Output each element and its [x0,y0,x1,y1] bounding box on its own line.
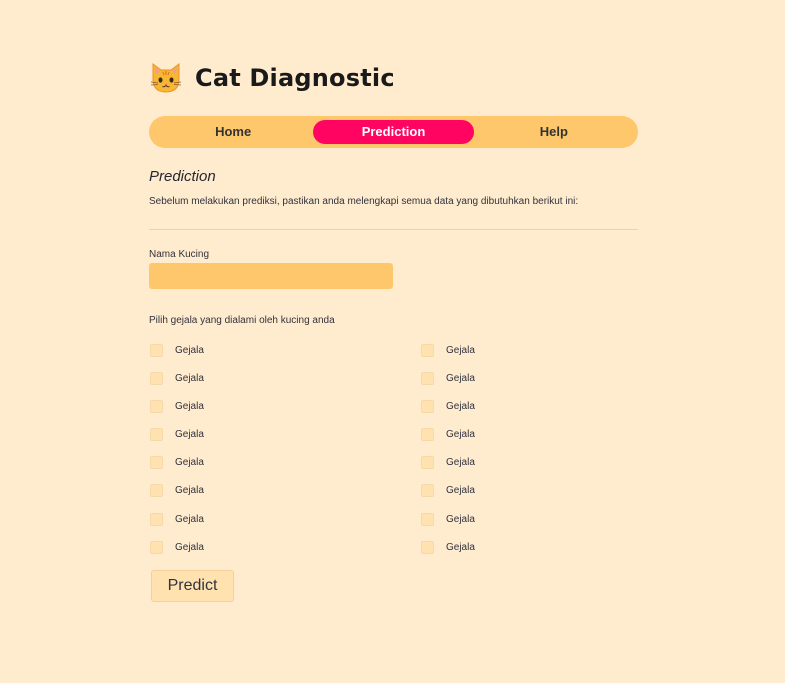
symptom-label-left-2: Gejala [175,372,204,384]
checkbox-icon[interactable] [421,428,434,442]
symptom-checkbox-left-2[interactable]: Gejala [149,370,420,386]
cat-face-icon [149,61,183,95]
symptom-checkbox-right-2[interactable]: Gejala [420,370,638,386]
symptom-checkbox-right-4[interactable]: Gejala [420,427,638,443]
symptom-checkbox-right-8[interactable]: Gejala [420,539,638,555]
symptom-checkbox-left-3[interactable]: Gejala [149,398,420,414]
symptom-label-right-4: Gejala [446,429,475,441]
checkbox-icon[interactable] [150,399,163,413]
symptom-checkbox-left-1[interactable]: Gejala [149,342,420,358]
symptom-label-left-5: Gejala [175,457,204,469]
predict-button[interactable]: Predict [151,569,234,602]
symptom-checkbox-left-6[interactable]: Gejala [149,483,420,499]
checkbox-icon[interactable] [150,343,163,357]
main-container: Cat Diagnostic Home Prediction Help Pred… [149,58,638,602]
symptom-label-right-6: Gejala [446,485,475,497]
symptom-label-right-8: Gejala [446,541,475,553]
symptom-checkbox-right-7[interactable]: Gejala [420,511,638,527]
symptom-checkbox-left-4[interactable]: Gejala [149,427,420,443]
section-description: Sebelum melakukan prediksi, pastikan and… [149,196,579,207]
checkbox-icon[interactable] [421,343,434,357]
symptom-label-right-1: Gejala [446,344,475,356]
title-row: Cat Diagnostic [149,58,638,98]
symptom-label-left-7: Gejala [175,513,204,525]
nav-bar: Home Prediction Help [149,116,638,148]
checkbox-icon[interactable] [421,456,434,470]
checkbox-icon[interactable] [150,456,163,470]
symptom-label-left-8: Gejala [175,541,204,553]
symptom-label-right-3: Gejala [446,400,475,412]
symptom-checkbox-right-6[interactable]: Gejala [420,483,638,499]
symptom-checkbox-left-5[interactable]: Gejala [149,455,420,471]
checkbox-icon[interactable] [421,399,434,413]
symptom-checkbox-right-3[interactable]: Gejala [420,398,638,414]
checkbox-icon[interactable] [421,512,434,526]
checkbox-icon[interactable] [150,484,163,498]
symptom-checkbox-right-1[interactable]: Gejala [420,342,638,358]
nav-tab-home[interactable]: Home [153,120,313,144]
checkbox-icon[interactable] [421,371,434,385]
checkbox-icon[interactable] [421,484,434,498]
checkbox-icon[interactable] [150,428,163,442]
divider [149,229,638,230]
checkbox-icon[interactable] [421,540,434,554]
cat-name-label: Nama Kucing [149,249,210,260]
symptom-label-left-4: Gejala [175,429,204,441]
symptom-label-right-2: Gejala [446,372,475,384]
symptom-label: Pilih gejala yang dialami oleh kucing an… [149,315,335,326]
symptom-label-right-7: Gejala [446,513,475,525]
cat-name-input[interactable] [149,263,393,289]
checkbox-icon[interactable] [150,512,163,526]
symptom-label-left-3: Gejala [175,400,204,412]
nav-tab-prediction[interactable]: Prediction [313,120,474,144]
nav-tab-help[interactable]: Help [474,120,634,144]
symptom-label-right-5: Gejala [446,457,475,469]
checkbox-icon[interactable] [150,540,163,554]
symptom-checkbox-right-5[interactable]: Gejala [420,455,638,471]
symptom-label-left-6: Gejala [175,485,204,497]
symptom-checkbox-left-8[interactable]: Gejala [149,539,420,555]
app-title: Cat Diagnostic [195,64,395,92]
checkbox-icon[interactable] [150,371,163,385]
symptom-checkbox-left-7[interactable]: Gejala [149,511,420,527]
symptom-label-left-1: Gejala [175,344,204,356]
symptom-checkbox-grid: Gejala Gejala Gejala Gejala Gejala Gejal… [149,342,638,568]
section-title: Prediction [149,168,216,185]
